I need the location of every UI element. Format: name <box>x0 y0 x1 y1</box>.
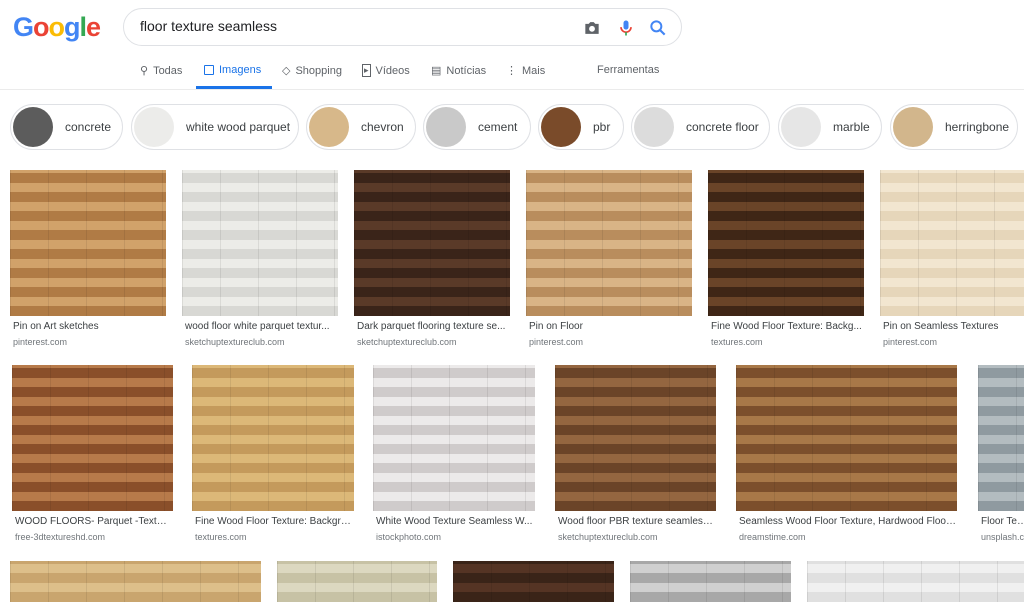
tools-button[interactable]: Ferramentas <box>597 64 659 76</box>
play-icon: ▸ <box>362 64 371 77</box>
chip-label: cement <box>478 120 518 134</box>
chip-marble[interactable]: marble <box>778 104 882 150</box>
result-title[interactable]: Dark parquet flooring texture se... <box>357 321 509 332</box>
microphone-icon[interactable] <box>616 18 636 38</box>
result-source: free-3dtextureshd.com <box>15 532 106 542</box>
chip-thumbnail <box>781 107 821 147</box>
chip-label: concrete <box>65 120 112 134</box>
result-title[interactable]: wood floor white parquet textur... <box>185 321 337 332</box>
result-title[interactable]: Pin on Seamless Textures <box>883 321 1023 332</box>
result-image[interactable] <box>453 561 614 602</box>
chip-label: white wood parquet <box>186 120 291 134</box>
result-image[interactable] <box>526 170 692 316</box>
tab-shopping[interactable]: ◇ Shopping <box>282 64 342 78</box>
chip-thumbnail <box>893 107 933 147</box>
tab-label: Imagens <box>219 64 262 76</box>
tab-imagens[interactable]: Imagens <box>204 64 261 76</box>
news-icon: ▤ <box>431 65 442 77</box>
search-input[interactable] <box>140 18 560 34</box>
more-vert-icon: ⋮ <box>506 65 517 77</box>
chip-thumbnail <box>13 107 53 147</box>
result-title[interactable]: Pin on Art sketches <box>13 321 165 332</box>
result-image[interactable] <box>354 170 510 316</box>
tab-label: Todas <box>153 64 183 77</box>
tab-label: Vídeos <box>375 64 410 77</box>
result-source: istockphoto.com <box>376 532 442 542</box>
chip-label: concrete floor <box>686 120 759 134</box>
chip-thumbnail <box>426 107 466 147</box>
chip-herringbone[interactable]: herringbone <box>890 104 1018 150</box>
chip-label: marble <box>833 120 870 134</box>
result-source: sketchuptextureclub.com <box>558 532 658 542</box>
tab-noticias[interactable]: ▤ Notícias <box>431 64 487 78</box>
chip-label: chevron <box>361 120 404 134</box>
result-image[interactable] <box>630 561 791 602</box>
tab-label: Mais <box>522 64 546 77</box>
active-tab-indicator <box>196 86 272 89</box>
chip-thumbnail <box>634 107 674 147</box>
result-title[interactable]: Fine Wood Floor Texture: Backgro... <box>195 516 353 527</box>
result-image[interactable] <box>10 561 261 602</box>
search-icon: ⚲ <box>140 65 149 77</box>
result-image[interactable] <box>880 170 1024 316</box>
chip-white-wood-parquet[interactable]: white wood parquet <box>131 104 299 150</box>
result-title[interactable]: Seamless Wood Floor Texture, Hardwood Fl… <box>739 516 956 527</box>
result-image[interactable] <box>555 365 716 511</box>
result-source: pinterest.com <box>529 337 584 347</box>
chip-thumbnail <box>541 107 581 147</box>
chip-thumbnail <box>309 107 349 147</box>
result-source: sketchuptextureclub.com <box>185 337 285 347</box>
chip-label: pbr <box>593 120 611 134</box>
tab-todas[interactable]: ⚲ Todas <box>140 64 183 78</box>
result-title[interactable]: WOOD FLOORS- Parquet -Textures... <box>15 516 172 527</box>
result-title[interactable]: Pin on Floor <box>529 321 691 332</box>
tools-label: Ferramentas <box>597 64 660 76</box>
chip-cement[interactable]: cement <box>423 104 531 150</box>
result-source: textures.com <box>711 337 763 347</box>
result-image[interactable] <box>373 365 535 511</box>
chip-thumbnail <box>134 107 174 147</box>
result-title[interactable]: Fine Wood Floor Texture: Backg... <box>711 321 863 332</box>
tag-icon: ◇ <box>282 65 291 77</box>
result-source: pinterest.com <box>13 337 68 347</box>
result-image[interactable] <box>277 561 437 602</box>
result-image[interactable] <box>708 170 864 316</box>
result-source: dreamstime.com <box>739 532 806 542</box>
search-box[interactable] <box>123 8 682 46</box>
camera-icon[interactable] <box>582 18 602 38</box>
chip-concrete[interactable]: concrete <box>10 104 123 150</box>
result-image[interactable] <box>12 365 173 511</box>
result-title[interactable]: Wood floor PBR texture seamless ... <box>558 516 715 527</box>
result-image[interactable] <box>807 561 1024 602</box>
result-source: unsplash.com <box>981 532 1024 542</box>
result-image[interactable] <box>192 365 354 511</box>
search-tabs: ⚲ Todas Imagens ◇ Shopping ▸ Vídeos ▤ Notíci… <box>0 58 1024 90</box>
chip-chevron[interactable]: chevron <box>306 104 416 150</box>
result-source: sketchuptextureclub.com <box>357 337 457 347</box>
result-image[interactable] <box>10 170 166 316</box>
chip-label: herringbone <box>945 120 1010 134</box>
tab-mais[interactable]: ⋮ Mais <box>506 64 546 78</box>
search-icon[interactable] <box>648 18 668 38</box>
result-image[interactable] <box>736 365 957 511</box>
google-logo[interactable]: Google <box>13 12 101 43</box>
tab-videos[interactable]: ▸ Vídeos <box>362 64 410 77</box>
result-title[interactable]: White Wood Texture Seamless W... <box>376 516 534 527</box>
tab-label: Notícias <box>446 64 487 77</box>
result-title[interactable]: Floor Texture <box>981 516 1024 527</box>
result-image[interactable] <box>182 170 338 316</box>
chip-concrete-floor[interactable]: concrete floor <box>631 104 770 150</box>
image-icon <box>204 65 214 75</box>
result-source: pinterest.com <box>883 337 938 347</box>
chip-pbr[interactable]: pbr <box>538 104 624 150</box>
result-image[interactable] <box>978 365 1024 511</box>
result-source: textures.com <box>195 532 247 542</box>
tab-label: Shopping <box>295 64 342 77</box>
